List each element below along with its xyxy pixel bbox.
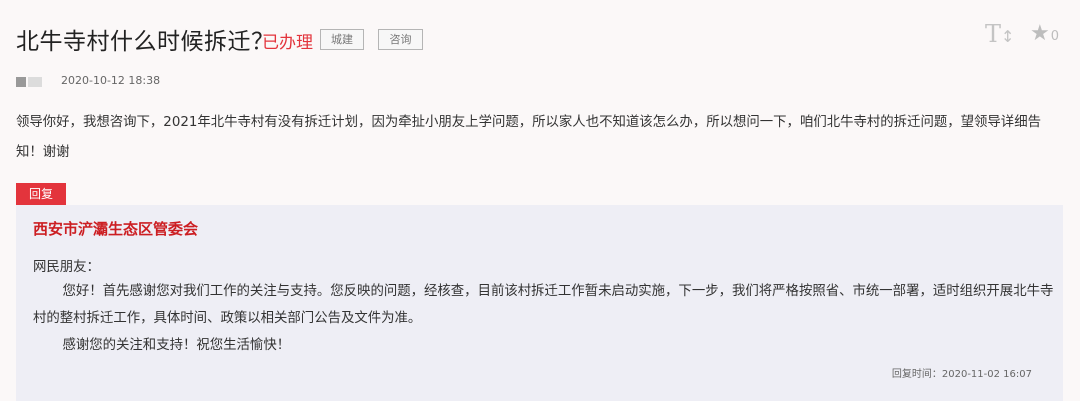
reply-badge: 回复 <box>16 183 66 205</box>
reply-paragraph: 感谢您的关注和支持！祝您生活愉快！ <box>62 338 291 353</box>
font-size-icon: T <box>985 20 1002 48</box>
page-title: 北牛寺村什么时候拆迁？ <box>16 29 275 55</box>
reply-box: 西安市浐灞生态区管委会 网民朋友： 您好！首先感谢您对我们工作的关注与支持。您反… <box>16 205 1063 401</box>
page: 北牛寺村什么时候拆迁？ 已办理 城建 咨询 T↕ ★0 2020-10-12 1… <box>0 0 1080 401</box>
reply-time: 回复时间：2020-11-02 16:07 <box>892 365 1032 380</box>
font-size-button[interactable]: T↕ <box>985 20 1014 51</box>
reply-time-label: 回复时间： <box>891 369 942 380</box>
star-icon: ★ <box>1030 21 1050 46</box>
question-date: 2020-10-12 18:38 <box>61 74 161 87</box>
tag-urban-construction[interactable]: 城建 <box>320 29 364 50</box>
username-redacted <box>28 77 42 87</box>
status-label: 已办理 <box>262 33 313 53</box>
reply-time-value: 2020-11-02 16:07 <box>941 369 1032 380</box>
font-size-arrow-icon: ↕ <box>1001 27 1015 46</box>
reply-greeting: 网民朋友： <box>33 260 100 275</box>
reply-organization: 西安市浐灞生态区管委会 <box>33 220 199 238</box>
question-content: 领导你好，我想咨询下，2021年北牛寺村有没有拆迁计划，因为牵扯小朋友上学问题，… <box>16 115 1041 160</box>
favorite-button[interactable]: ★0 <box>1030 20 1059 51</box>
avatar <box>16 77 26 87</box>
reply-paragraph: 您好！首先感谢您对我们工作的关注与支持。您反映的问题，经核查，目前该村拆迁工作暂… <box>33 284 1054 326</box>
favorite-count: 0 <box>1050 29 1060 44</box>
reply-body: 您好！首先感谢您对我们工作的关注与支持。您反映的问题，经核查，目前该村拆迁工作暂… <box>33 278 1063 359</box>
tag-consultation[interactable]: 咨询 <box>378 29 423 50</box>
